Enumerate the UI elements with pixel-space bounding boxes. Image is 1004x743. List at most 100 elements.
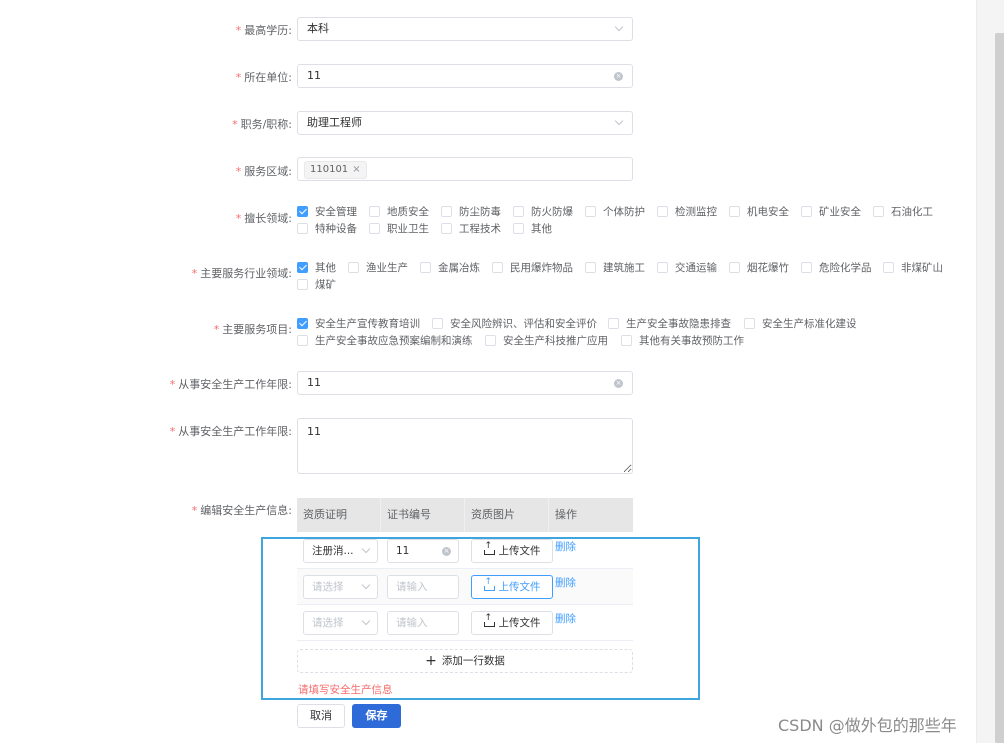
checkbox-label: 其他 (315, 261, 336, 274)
checkbox-icon[interactable] (348, 261, 359, 273)
checkbox-icon[interactable] (297, 222, 308, 234)
cancel-button[interactable]: 取消 (297, 704, 345, 728)
scrollbar-thumb[interactable] (995, 33, 1004, 743)
checkbox-icon[interactable] (883, 261, 894, 273)
checkbox-option[interactable]: 其他 (297, 260, 336, 274)
projects-label: * 主要服务项目: (213, 323, 292, 336)
checkbox-icon[interactable] (608, 317, 619, 329)
checkbox-option[interactable]: 交通运输 (657, 260, 717, 274)
years-label: * 从事安全生产工作年限: (169, 378, 292, 391)
checkbox-icon[interactable] (801, 261, 812, 273)
checkbox-icon[interactable] (441, 222, 452, 234)
checkbox-option[interactable]: 特种设备 (297, 221, 357, 235)
checkbox-label: 金属冶炼 (438, 261, 480, 274)
checkbox-option[interactable]: 金属冶炼 (420, 260, 480, 274)
checkbox-option[interactable]: 其他 (513, 221, 552, 235)
years-value: 11 (307, 376, 321, 389)
checkbox-option[interactable]: 安全生产科技推广应用 (485, 333, 608, 347)
checkbox-label: 矿业安全 (819, 205, 861, 218)
checkbox-icon[interactable] (657, 205, 668, 217)
checkbox-icon[interactable] (585, 205, 596, 217)
checkbox-option[interactable]: 建筑施工 (585, 260, 645, 274)
checkbox-label: 其他有关事故预防工作 (639, 334, 744, 347)
checkbox-option[interactable]: 防尘防毒 (441, 204, 501, 218)
checkbox-icon[interactable] (485, 334, 496, 346)
checkbox-icon[interactable] (729, 261, 740, 273)
checkbox-option[interactable]: 安全管理 (297, 204, 357, 218)
checkbox-label: 职业卫生 (387, 222, 429, 235)
watermark: CSDN @做外包的那些年 (778, 716, 957, 735)
checkbox-icon[interactable] (657, 261, 668, 273)
years-input[interactable]: 11 × (297, 371, 633, 395)
checkbox-option[interactable]: 机电安全 (729, 204, 789, 218)
tag-close-icon[interactable]: × (352, 164, 360, 175)
checkbox-option[interactable]: 安全生产宣传教育培训 (297, 316, 420, 330)
area-multiselect[interactable]: 110101 × (297, 157, 633, 181)
checkbox-option[interactable]: 烟花爆竹 (729, 260, 789, 274)
checkbox-checked-icon[interactable] (297, 317, 308, 329)
checkbox-option[interactable]: 非煤矿山 (883, 260, 943, 274)
checkbox-label: 机电安全 (747, 205, 789, 218)
clear-icon[interactable]: × (614, 72, 623, 81)
checkbox-icon[interactable] (492, 261, 503, 273)
form-page: * 最高学历: 本科 * 所在单位: 11 × * 职务/职称: 助理工程师 * 服务区… (0, 0, 976, 743)
checkbox-option[interactable]: 防火防爆 (513, 204, 573, 218)
checkbox-label: 安全生产宣传教育培训 (315, 317, 420, 330)
industry-label: * 主要服务行业领域: (191, 267, 292, 280)
checkbox-option[interactable]: 地质安全 (369, 204, 429, 218)
education-select[interactable]: 本科 (297, 17, 633, 41)
checkbox-label: 工程技术 (459, 222, 501, 235)
checkbox-option[interactable]: 生产安全事故应急预案编制和演练 (297, 333, 473, 347)
checkbox-option[interactable]: 安全生产标准化建设 (744, 316, 857, 330)
checkbox-option[interactable]: 个体防护 (585, 204, 645, 218)
checkbox-icon[interactable] (513, 205, 524, 217)
checkbox-checked-icon[interactable] (297, 261, 308, 273)
checkbox-icon[interactable] (729, 205, 740, 217)
checkbox-label: 特种设备 (315, 222, 357, 235)
vertical-scrollbar[interactable] (976, 0, 1004, 743)
checkbox-icon[interactable] (369, 222, 380, 234)
title-value: 助理工程师 (307, 116, 362, 129)
checkbox-option[interactable]: 职业卫生 (369, 221, 429, 235)
unit-input[interactable]: 11 × (297, 64, 633, 88)
checkbox-icon[interactable] (513, 222, 524, 234)
save-button[interactable]: 保存 (352, 704, 401, 728)
checkbox-icon[interactable] (621, 334, 632, 346)
checkbox-icon[interactable] (432, 317, 443, 329)
checkbox-option[interactable]: 煤矿 (297, 277, 336, 291)
checkbox-checked-icon[interactable] (297, 205, 308, 217)
checkbox-icon[interactable] (297, 334, 308, 346)
checkbox-option[interactable]: 危险化学品 (801, 260, 872, 274)
column-header: 资质图片 (465, 498, 549, 532)
checkbox-option[interactable]: 渔业生产 (348, 260, 408, 274)
checkbox-option[interactable]: 检测监控 (657, 204, 717, 218)
checkbox-option[interactable]: 民用爆炸物品 (492, 260, 573, 274)
checkbox-option[interactable]: 其他有关事故预防工作 (621, 333, 744, 347)
checkbox-label: 渔业生产 (366, 261, 408, 274)
checkbox-icon[interactable] (441, 205, 452, 217)
chevron-down-icon (614, 116, 624, 126)
years2-textarea[interactable]: 11 (297, 418, 633, 474)
checkbox-option[interactable]: 工程技术 (441, 221, 501, 235)
title-select[interactable]: 助理工程师 (297, 111, 633, 135)
checkbox-label: 煤矿 (315, 278, 336, 291)
checkbox-icon[interactable] (873, 205, 884, 217)
checkbox-option[interactable]: 石油化工 (873, 204, 933, 218)
checkbox-label: 防火防爆 (531, 205, 573, 218)
checkbox-icon[interactable] (744, 317, 755, 329)
checkbox-icon[interactable] (801, 205, 812, 217)
checkbox-option[interactable]: 安全风险辨识、评估和安全评价 (432, 316, 597, 330)
unit-value: 11 (307, 69, 321, 82)
checkbox-label: 建筑施工 (603, 261, 645, 274)
checkbox-icon[interactable] (297, 278, 308, 290)
clear-icon[interactable]: × (614, 379, 623, 388)
checkbox-icon[interactable] (369, 205, 380, 217)
checkbox-icon[interactable] (420, 261, 431, 273)
checkbox-icon[interactable] (585, 261, 596, 273)
safety-info-label: * 编辑安全生产信息: (191, 504, 292, 517)
checkbox-option[interactable]: 矿业安全 (801, 204, 861, 218)
checkbox-label: 民用爆炸物品 (510, 261, 573, 274)
area-label: * 服务区域: (235, 165, 292, 178)
education-value: 本科 (307, 22, 329, 35)
checkbox-option[interactable]: 生产安全事故隐患排查 (608, 316, 731, 330)
